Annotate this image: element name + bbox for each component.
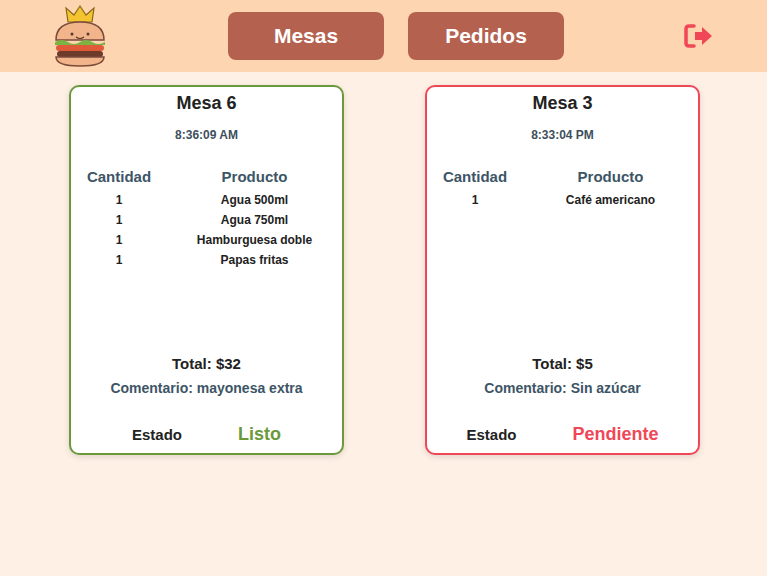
order-card[interactable]: Mesa 6 8:36:09 AM CantidadProducto 1 Agu…: [69, 85, 344, 455]
order-time: 8:33:04 PM: [427, 128, 698, 142]
item-quantity: 1: [71, 253, 167, 267]
item-product: Agua 500ml: [167, 193, 342, 207]
status-value[interactable]: Pendiente: [572, 424, 658, 445]
item-quantity: 1: [71, 233, 167, 247]
logout-icon[interactable]: [683, 22, 715, 50]
items-table: CantidadProducto 1 Café americano: [427, 168, 698, 355]
item-product: Café americano: [523, 193, 698, 207]
burger-logo-icon[interactable]: [52, 4, 108, 68]
item-quantity: 1: [71, 193, 167, 207]
table-title: Mesa 6: [71, 93, 342, 114]
orders-list: Mesa 6 8:36:09 AM CantidadProducto 1 Agu…: [0, 72, 767, 455]
status-value[interactable]: Listo: [238, 424, 281, 445]
order-comment: Comentario: Sin azúcar: [427, 380, 698, 396]
column-header: Cantidad: [427, 168, 523, 185]
status-row: Estado Listo: [71, 424, 342, 445]
nav: Mesas Pedidos: [228, 12, 564, 60]
items-table: CantidadProducto 1 Agua 500ml1 Agua 750m…: [71, 168, 342, 355]
item-quantity: 1: [427, 193, 523, 207]
status-label: Estado: [466, 426, 516, 443]
header: Mesas Pedidos: [0, 0, 767, 72]
order-comment: Comentario: mayonesa extra: [71, 380, 342, 396]
page: MesasPedidos Mesa 6 8:36:09 AM CantidadP…: [0, 0, 767, 576]
order-total: Total: $5: [427, 355, 698, 372]
item-product: Hamburguesa doble: [167, 233, 342, 247]
order-time: 8:36:09 AM: [71, 128, 342, 142]
status-row: Estado Pendiente: [427, 424, 698, 445]
table-title: Mesa 3: [427, 93, 698, 114]
status-label: Estado: [132, 426, 182, 443]
item-product: Papas fritas: [167, 253, 342, 267]
column-header: Cantidad: [71, 168, 167, 185]
order-card[interactable]: Mesa 3 8:33:04 PM CantidadProducto 1 Caf…: [425, 85, 700, 455]
column-header: Producto: [523, 168, 698, 185]
column-header: Producto: [167, 168, 342, 185]
item-product: Agua 750ml: [167, 213, 342, 227]
order-total: Total: $32: [71, 355, 342, 372]
item-quantity: 1: [71, 213, 167, 227]
nav-button[interactable]: Mesas: [228, 12, 384, 60]
nav-button[interactable]: Pedidos: [408, 12, 564, 60]
